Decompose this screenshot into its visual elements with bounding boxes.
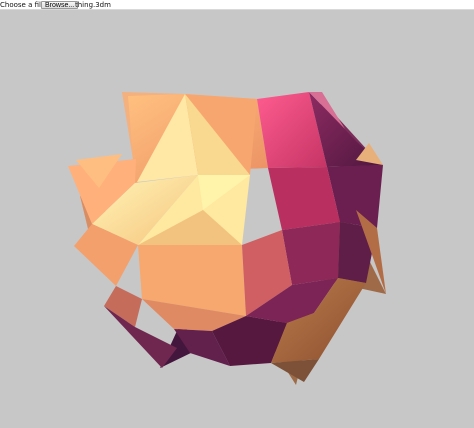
model-face <box>282 222 340 285</box>
selected-file-name: thing.3dm <box>75 1 111 9</box>
browse-button[interactable]: Browse... <box>41 1 79 9</box>
file-picker-bar: Choose a file: Browse... thing.3dm <box>0 0 474 10</box>
3d-viewport[interactable] <box>0 10 474 428</box>
3d-model-render[interactable] <box>0 10 474 428</box>
model-face <box>268 167 340 230</box>
